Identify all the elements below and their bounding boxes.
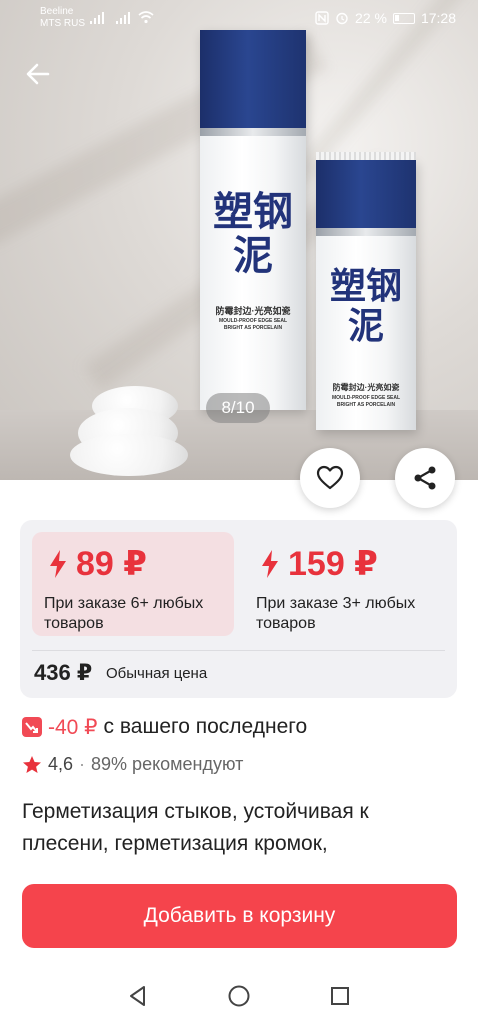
price-tier-3plus[interactable]: 159 ₽ При заказе 3+ любых товаров: [244, 532, 446, 636]
rating-separator: ·: [79, 754, 86, 774]
discount-value: -40 ₽: [48, 715, 98, 739]
status-bar: Beeline MTS RUS 22 % 17:28: [0, 0, 478, 40]
foam-swirl: [70, 434, 188, 476]
share-button[interactable]: [395, 448, 455, 508]
tier-condition: При заказе 6+ любых товаров: [44, 595, 204, 632]
carrier-names: Beeline MTS RUS: [40, 6, 85, 30]
rating-value: 4,6: [48, 754, 74, 774]
back-arrow-icon: [26, 63, 50, 85]
clock: 17:28: [420, 10, 456, 26]
lightning-icon: [50, 550, 66, 578]
price-tier-6plus[interactable]: 89 ₽ При заказе 6+ любых товаров: [32, 532, 234, 636]
lightning-icon: [262, 550, 278, 578]
tier-price-value: 159 ₽: [288, 545, 378, 583]
rating-row[interactable]: 4,6 · 89% рекомендуют: [22, 754, 243, 775]
product-tube-small: 塑钢泥 防霉封边·光亮如瓷 MOULD-PROOF EDGE SEAL BRIG…: [316, 152, 416, 430]
price-card: 89 ₽ При заказе 6+ любых товаров 159 ₽ П…: [20, 520, 457, 698]
discount-icon: [22, 717, 42, 737]
battery-icon: [392, 12, 415, 24]
tube-cap: [316, 160, 416, 230]
tube-cap: [200, 30, 306, 130]
tube-tagline-en-2: BRIGHT AS PORCELAIN: [223, 325, 283, 331]
share-icon: [414, 466, 436, 490]
carrier-1: Beeline: [40, 6, 74, 17]
tube-brand-text: 塑钢泥: [213, 188, 293, 279]
tube-tagline-en-1: MOULD-PROOF EDGE SEAL: [218, 318, 288, 324]
product-tube-large: 塑钢泥 防霉封边·光亮如瓷 MOULD-PROOF EDGE SEAL BRIG…: [200, 30, 306, 410]
product-image-gallery[interactable]: 塑钢泥 防霉封边·光亮如瓷 MOULD-PROOF EDGE SEAL BRIG…: [0, 0, 478, 480]
image-counter: 8/10: [206, 393, 270, 423]
nfc-icon: [315, 11, 329, 25]
battery-percent: 22 %: [355, 10, 387, 26]
add-to-cart-button[interactable]: Добавить в корзину: [22, 884, 457, 948]
regular-price: 436 ₽: [34, 660, 93, 685]
tier-price-value: 89 ₽: [76, 545, 147, 583]
tube-tagline-en-2: BRIGHT AS PORCELAIN: [336, 402, 396, 408]
alarm-icon: [336, 12, 348, 25]
tube-brand-text: 塑钢泥: [329, 265, 402, 347]
system-nav-bar: [0, 966, 478, 1024]
wifi-icon: [138, 11, 154, 24]
tube-tagline-cn: 防霉封边·光亮如瓷: [215, 306, 291, 316]
signal-icon: [90, 12, 104, 24]
carrier-2: MTS RUS: [40, 18, 85, 29]
tube-tagline-cn: 防霉封边·光亮如瓷: [332, 383, 400, 392]
signal-icon: [116, 12, 130, 24]
recommend-text: 89% рекомендуют: [91, 754, 244, 774]
product-title: Герметизация стыков, устойчивая к плесен…: [22, 800, 369, 855]
tier-condition: При заказе 3+ любых товаров: [256, 595, 416, 632]
favorite-button[interactable]: [300, 448, 360, 508]
tier-price: 89 ₽: [48, 544, 147, 584]
nav-home-icon[interactable]: [227, 984, 251, 1008]
tier-price: 159 ₽: [260, 544, 378, 584]
status-right: 22 % 17:28: [315, 10, 456, 26]
nav-recents-icon[interactable]: [328, 984, 352, 1008]
tube-band: [316, 228, 416, 236]
star-icon: [23, 755, 41, 773]
discount-info: -40 ₽ с вашего последнего: [22, 714, 307, 740]
discount-text: с вашего последнего: [103, 715, 308, 738]
nav-back-icon[interactable]: [126, 984, 150, 1008]
tube-tagline-en-1: MOULD-PROOF EDGE SEAL: [331, 395, 401, 401]
back-button[interactable]: [22, 58, 54, 90]
divider: [32, 650, 445, 651]
regular-price-label: Обычная цена: [106, 665, 208, 682]
heart-icon: [316, 465, 344, 490]
tube-band: [200, 128, 306, 136]
